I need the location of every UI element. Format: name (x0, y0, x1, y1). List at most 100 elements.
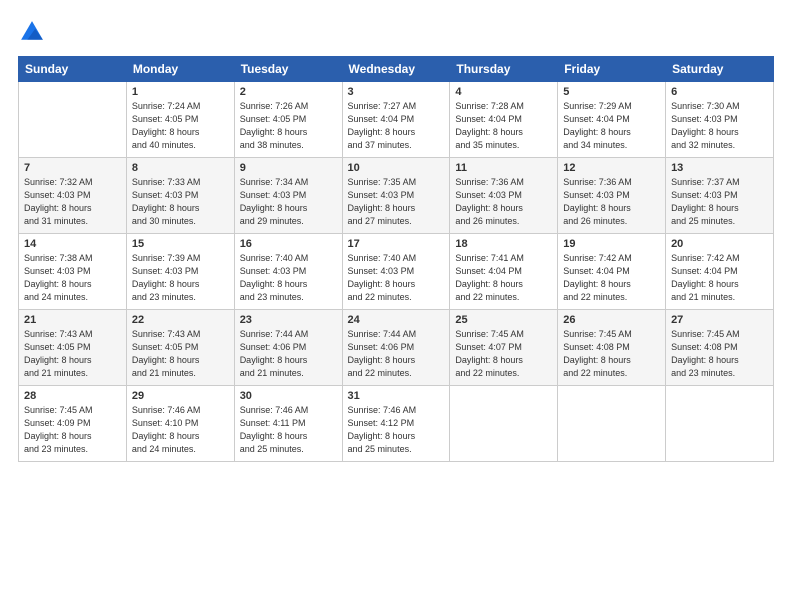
weekday-header: Saturday (666, 57, 774, 82)
logo-icon (18, 18, 46, 46)
calendar-cell: 9 Sunrise: 7:34 AM Sunset: 4:03 PM Daylig… (234, 158, 342, 234)
calendar-cell: 13 Sunrise: 7:37 AM Sunset: 4:03 PM Dayli… (666, 158, 774, 234)
day-number: 30 (240, 390, 337, 402)
calendar-week-row: 21 Sunrise: 7:43 AM Sunset: 4:05 PM Dayli… (19, 310, 774, 386)
calendar-week-row: 1 Sunrise: 7:24 AM Sunset: 4:05 PM Daylig… (19, 82, 774, 158)
day-number: 17 (348, 238, 445, 250)
weekday-header-row: SundayMondayTuesdayWednesdayThursdayFrid… (19, 57, 774, 82)
calendar-cell: 16 Sunrise: 7:40 AM Sunset: 4:03 PM Dayli… (234, 234, 342, 310)
day-info: Sunrise: 7:41 AM Sunset: 4:04 PM Dayligh… (455, 252, 552, 304)
calendar-cell: 21 Sunrise: 7:43 AM Sunset: 4:05 PM Dayli… (19, 310, 127, 386)
day-info: Sunrise: 7:38 AM Sunset: 4:03 PM Dayligh… (24, 252, 121, 304)
day-info: Sunrise: 7:30 AM Sunset: 4:03 PM Dayligh… (671, 100, 768, 152)
calendar-cell: 18 Sunrise: 7:41 AM Sunset: 4:04 PM Dayli… (450, 234, 558, 310)
day-info: Sunrise: 7:32 AM Sunset: 4:03 PM Dayligh… (24, 176, 121, 228)
calendar-cell: 11 Sunrise: 7:36 AM Sunset: 4:03 PM Dayli… (450, 158, 558, 234)
calendar-cell: 8 Sunrise: 7:33 AM Sunset: 4:03 PM Daylig… (126, 158, 234, 234)
weekday-header: Thursday (450, 57, 558, 82)
day-number: 18 (455, 238, 552, 250)
calendar-cell: 15 Sunrise: 7:39 AM Sunset: 4:03 PM Dayli… (126, 234, 234, 310)
day-info: Sunrise: 7:27 AM Sunset: 4:04 PM Dayligh… (348, 100, 445, 152)
calendar-cell: 3Sunrise: 7:27 AM Sunset: 4:04 PM Daylig… (342, 82, 450, 158)
day-info: Sunrise: 7:40 AM Sunset: 4:03 PM Dayligh… (240, 252, 337, 304)
calendar-cell (19, 82, 127, 158)
day-info: Sunrise: 7:35 AM Sunset: 4:03 PM Dayligh… (348, 176, 445, 228)
day-info: Sunrise: 7:42 AM Sunset: 4:04 PM Dayligh… (563, 252, 660, 304)
calendar-cell: 24 Sunrise: 7:44 AM Sunset: 4:06 PM Dayli… (342, 310, 450, 386)
day-number: 5 (563, 86, 660, 98)
day-number: 7 (24, 162, 121, 174)
header (18, 18, 774, 46)
day-number: 10 (348, 162, 445, 174)
day-number: 11 (455, 162, 552, 174)
day-info: Sunrise: 7:28 AM Sunset: 4:04 PM Dayligh… (455, 100, 552, 152)
calendar-cell: 23 Sunrise: 7:44 AM Sunset: 4:06 PM Dayli… (234, 310, 342, 386)
day-info: Sunrise: 7:45 AM Sunset: 4:09 PM Dayligh… (24, 404, 121, 456)
day-info: Sunrise: 7:33 AM Sunset: 4:03 PM Dayligh… (132, 176, 229, 228)
calendar-cell: 28 Sunrise: 7:45 AM Sunset: 4:09 PM Dayli… (19, 386, 127, 462)
day-info: Sunrise: 7:45 AM Sunset: 4:07 PM Dayligh… (455, 328, 552, 380)
day-info: Sunrise: 7:24 AM Sunset: 4:05 PM Dayligh… (132, 100, 229, 152)
day-number: 2 (240, 86, 337, 98)
day-info: Sunrise: 7:40 AM Sunset: 4:03 PM Dayligh… (348, 252, 445, 304)
calendar-cell (450, 386, 558, 462)
calendar-cell: 25 Sunrise: 7:45 AM Sunset: 4:07 PM Dayli… (450, 310, 558, 386)
calendar-cell: 31Sunrise: 7:46 AM Sunset: 4:12 PM Dayli… (342, 386, 450, 462)
day-info: Sunrise: 7:44 AM Sunset: 4:06 PM Dayligh… (348, 328, 445, 380)
day-number: 16 (240, 238, 337, 250)
day-number: 23 (240, 314, 337, 326)
day-number: 1 (132, 86, 229, 98)
day-number: 14 (24, 238, 121, 250)
calendar-cell: 26 Sunrise: 7:45 AM Sunset: 4:08 PM Dayli… (558, 310, 666, 386)
calendar-cell: 1 Sunrise: 7:24 AM Sunset: 4:05 PM Daylig… (126, 82, 234, 158)
day-info: Sunrise: 7:34 AM Sunset: 4:03 PM Dayligh… (240, 176, 337, 228)
weekday-header: Monday (126, 57, 234, 82)
day-number: 24 (348, 314, 445, 326)
day-number: 12 (563, 162, 660, 174)
day-info: Sunrise: 7:39 AM Sunset: 4:03 PM Dayligh… (132, 252, 229, 304)
day-number: 6 (671, 86, 768, 98)
weekday-header: Sunday (19, 57, 127, 82)
day-number: 20 (671, 238, 768, 250)
calendar-cell: 2 Sunrise: 7:26 AM Sunset: 4:05 PM Daylig… (234, 82, 342, 158)
day-number: 21 (24, 314, 121, 326)
calendar: SundayMondayTuesdayWednesdayThursdayFrid… (18, 56, 774, 462)
calendar-cell: 20Sunrise: 7:42 AM Sunset: 4:04 PM Dayli… (666, 234, 774, 310)
day-number: 13 (671, 162, 768, 174)
weekday-header: Wednesday (342, 57, 450, 82)
page: SundayMondayTuesdayWednesdayThursdayFrid… (0, 0, 792, 612)
calendar-cell (558, 386, 666, 462)
calendar-cell (666, 386, 774, 462)
day-info: Sunrise: 7:29 AM Sunset: 4:04 PM Dayligh… (563, 100, 660, 152)
calendar-cell: 19Sunrise: 7:42 AM Sunset: 4:04 PM Dayli… (558, 234, 666, 310)
day-info: Sunrise: 7:44 AM Sunset: 4:06 PM Dayligh… (240, 328, 337, 380)
calendar-cell: 14 Sunrise: 7:38 AM Sunset: 4:03 PM Dayli… (19, 234, 127, 310)
day-info: Sunrise: 7:36 AM Sunset: 4:03 PM Dayligh… (455, 176, 552, 228)
day-info: Sunrise: 7:45 AM Sunset: 4:08 PM Dayligh… (671, 328, 768, 380)
day-info: Sunrise: 7:26 AM Sunset: 4:05 PM Dayligh… (240, 100, 337, 152)
calendar-cell: 30Sunrise: 7:46 AM Sunset: 4:11 PM Dayli… (234, 386, 342, 462)
day-number: 9 (240, 162, 337, 174)
day-number: 25 (455, 314, 552, 326)
weekday-header: Friday (558, 57, 666, 82)
calendar-cell: 5 Sunrise: 7:29 AM Sunset: 4:04 PM Daylig… (558, 82, 666, 158)
day-info: Sunrise: 7:36 AM Sunset: 4:03 PM Dayligh… (563, 176, 660, 228)
calendar-cell: 12 Sunrise: 7:36 AM Sunset: 4:03 PM Dayli… (558, 158, 666, 234)
calendar-cell: 29Sunrise: 7:46 AM Sunset: 4:10 PM Dayli… (126, 386, 234, 462)
day-info: Sunrise: 7:43 AM Sunset: 4:05 PM Dayligh… (24, 328, 121, 380)
day-info: Sunrise: 7:43 AM Sunset: 4:05 PM Dayligh… (132, 328, 229, 380)
day-number: 29 (132, 390, 229, 402)
day-number: 4 (455, 86, 552, 98)
calendar-cell: 4 Sunrise: 7:28 AM Sunset: 4:04 PM Daylig… (450, 82, 558, 158)
day-number: 8 (132, 162, 229, 174)
day-number: 15 (132, 238, 229, 250)
calendar-cell: 27Sunrise: 7:45 AM Sunset: 4:08 PM Dayli… (666, 310, 774, 386)
day-number: 26 (563, 314, 660, 326)
day-info: Sunrise: 7:45 AM Sunset: 4:08 PM Dayligh… (563, 328, 660, 380)
calendar-cell: 6 Sunrise: 7:30 AM Sunset: 4:03 PM Daylig… (666, 82, 774, 158)
day-number: 28 (24, 390, 121, 402)
calendar-week-row: 7 Sunrise: 7:32 AM Sunset: 4:03 PM Daylig… (19, 158, 774, 234)
calendar-cell: 10 Sunrise: 7:35 AM Sunset: 4:03 PM Dayli… (342, 158, 450, 234)
day-number: 22 (132, 314, 229, 326)
day-info: Sunrise: 7:37 AM Sunset: 4:03 PM Dayligh… (671, 176, 768, 228)
